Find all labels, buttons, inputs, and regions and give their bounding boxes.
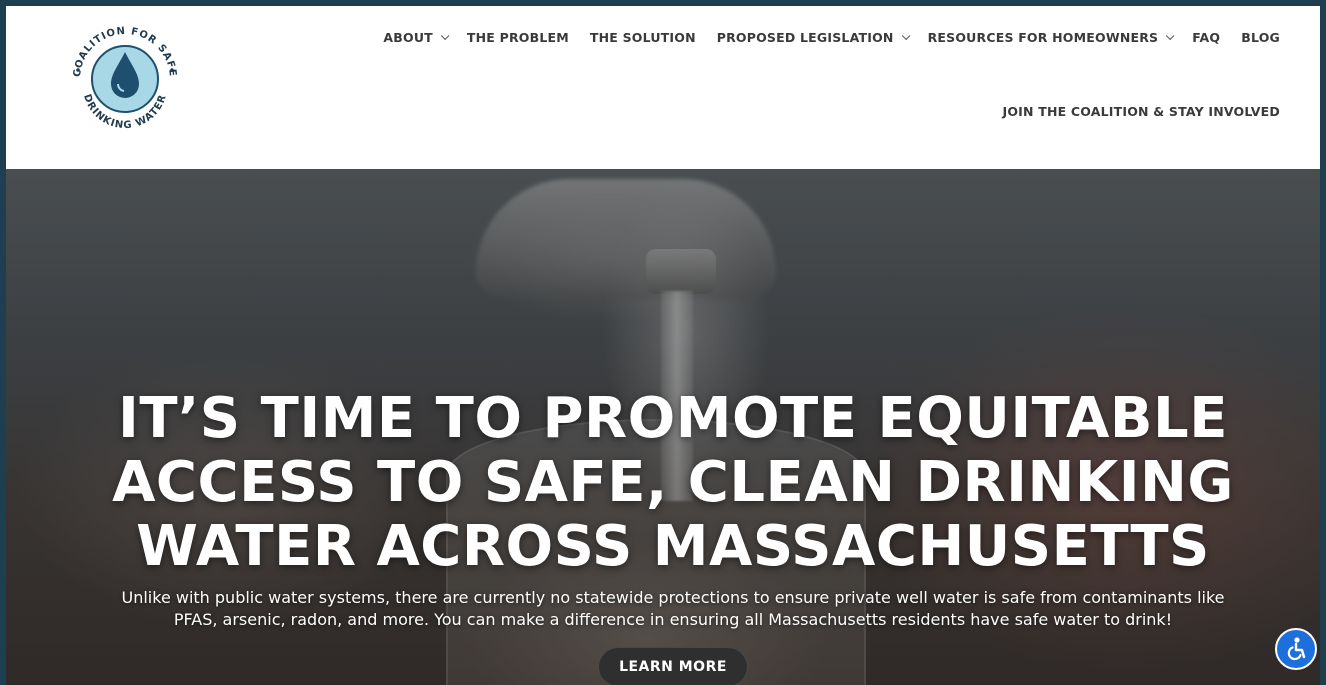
chevron-down-icon <box>901 31 910 40</box>
site-logo[interactable]: COALITION FOR SAFE DRINKING WATER <box>66 20 184 138</box>
nav-item-label: THE SOLUTION <box>589 30 696 45</box>
nav-item-the-problem[interactable]: THE PROBLEM <box>467 30 569 45</box>
hero-title-line: IT’S TIME TO PROMOTE EQUITABLE <box>118 386 1228 451</box>
chevron-down-icon <box>440 31 450 40</box>
learn-more-button[interactable]: LEARN MORE <box>598 647 748 685</box>
hero-subtitle-line: Unlike with public water systems, there … <box>121 588 1225 607</box>
hero-banner: IT’S TIME TO PROMOTE EQUITABLE ACCESS TO… <box>6 169 1320 685</box>
nav-item-label: FAQ <box>1192 30 1221 45</box>
nav-item-resources-for-homeowners[interactable]: RESOURCES FOR HOMEOWNERS <box>927 30 1175 45</box>
nav-item-label: PROPOSED LEGISLATION <box>716 30 894 45</box>
accessibility-button[interactable] <box>1275 628 1317 670</box>
nav-item-label: THE PROBLEM <box>466 30 569 45</box>
nav-item-the-solution[interactable]: THE SOLUTION <box>590 30 696 45</box>
nav-item-blog[interactable]: BLOG <box>1241 30 1280 45</box>
browser-frame: COALITION FOR SAFE DRINKING WATER ABOUT … <box>6 6 1320 685</box>
site-header: COALITION FOR SAFE DRINKING WATER ABOUT … <box>6 6 1320 169</box>
nav-item-label: RESOURCES FOR HOMEOWNERS <box>927 30 1159 45</box>
hero-subtitle-line: PFAS, arsenic, radon, and more. You can … <box>173 610 1173 629</box>
nav-item-proposed-legislation[interactable]: PROPOSED LEGISLATION <box>716 30 910 45</box>
hero-subtitle: Unlike with public water systems, there … <box>46 587 1300 631</box>
nav-item-about[interactable]: ABOUT <box>383 30 450 45</box>
nav-item-faq[interactable]: FAQ <box>1192 30 1220 45</box>
hero-title-line: WATER ACROSS MASSACHUSETTS <box>136 514 1210 579</box>
nav-item-join-coalition[interactable]: JOIN THE COALITION & STAY INVOLVED <box>1002 104 1280 119</box>
hero-title-line: ACCESS TO SAFE, CLEAN DRINKING <box>112 450 1234 515</box>
hero-title: IT’S TIME TO PROMOTE EQUITABLE ACCESS TO… <box>6 387 1320 579</box>
logo-graphic: COALITION FOR SAFE DRINKING WATER <box>72 26 177 131</box>
nav-item-label: BLOG <box>1241 30 1280 45</box>
chevron-down-icon <box>1166 31 1175 40</box>
accessibility-icon <box>1287 637 1306 661</box>
main-nav: ABOUT THE PROBLEM THE SOLUTION PROPOSED … <box>362 30 1280 45</box>
nav-item-label: ABOUT <box>383 30 433 45</box>
